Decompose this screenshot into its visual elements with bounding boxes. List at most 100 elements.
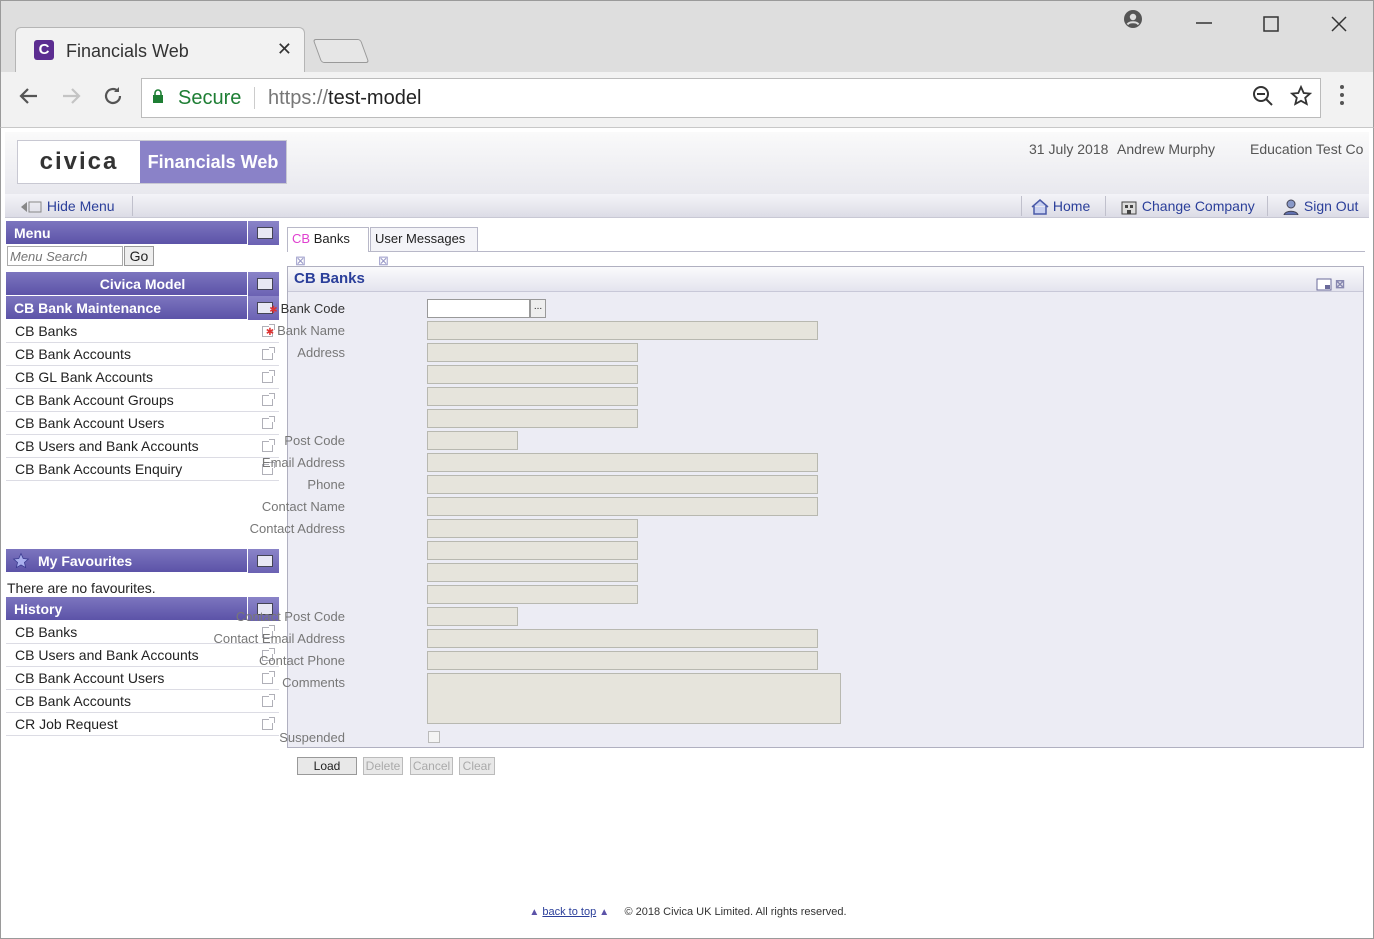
section-panel-title: CB Bank Maintenance (14, 300, 162, 316)
menu-item-label: CB Users and Bank Accounts (15, 438, 199, 454)
history-item[interactable]: CB Bank Accounts (6, 690, 279, 713)
panel-toggle-icon[interactable] (247, 272, 279, 296)
comments-label: Comments (282, 675, 345, 690)
hide-menu-icon (21, 201, 42, 213)
contact-post-code-input[interactable] (427, 607, 518, 626)
open-window-icon[interactable] (262, 717, 275, 730)
contact-address-line-4-input[interactable] (427, 585, 638, 604)
address-row: Address (288, 343, 1288, 363)
bookmark-star-icon[interactable] (1289, 84, 1313, 113)
browser-tab[interactable]: C Financials Web ✕ (15, 27, 305, 73)
panel-toggle-icon[interactable] (247, 221, 279, 245)
post-code-input[interactable] (427, 431, 518, 450)
delete-button[interactable]: Delete (363, 757, 403, 775)
email-input[interactable] (427, 453, 818, 472)
change-company-link[interactable]: Change Company (1120, 198, 1255, 215)
menu-search-row: Go (6, 245, 279, 267)
address-line-3-input[interactable] (427, 387, 638, 406)
contact-address-line-3-input[interactable] (427, 563, 638, 582)
url-text[interactable]: https://test-model (268, 87, 421, 110)
zoom-out-icon[interactable] (1252, 85, 1274, 113)
tab-close-icon[interactable]: ✕ (277, 39, 292, 60)
contact-phone-input[interactable] (427, 651, 818, 670)
tab-label: Banks (313, 231, 350, 246)
bank-code-input[interactable] (427, 299, 530, 318)
contact-name-label: Contact Name (261, 499, 345, 514)
suspended-checkbox[interactable] (428, 731, 440, 743)
cancel-button[interactable]: Cancel (410, 757, 453, 775)
back-to-top-link[interactable]: back to top (542, 906, 596, 918)
menu-item-label: CB Bank Account Groups (15, 392, 174, 408)
address-line-2-input[interactable] (427, 365, 638, 384)
contact-phone-label: Contact Phone (258, 653, 345, 668)
bank-code-lookup-button[interactable]: ... (530, 299, 546, 318)
lock-icon (153, 89, 163, 103)
subbar-divider (1021, 196, 1022, 216)
bank-code-label-text: Bank Code (280, 301, 345, 316)
menu-search-input[interactable] (7, 246, 123, 266)
form-title-bar: CB Banks ⊠ (288, 267, 1363, 292)
menu-panel-title: Menu (14, 225, 51, 241)
app-header: civica Financials Web 31 July 2018 Andre… (5, 132, 1369, 196)
contact-email-input[interactable] (427, 629, 818, 648)
bank-name-row: ✱ Bank Name (266, 321, 1288, 341)
bank-name-input[interactable] (427, 321, 818, 340)
open-window-icon[interactable] (262, 393, 275, 406)
phone-input[interactable] (427, 475, 818, 494)
load-button[interactable]: Load (297, 757, 357, 775)
contact-address-line-2-input[interactable] (427, 541, 638, 560)
tab-user-messages[interactable]: User Messages ⊠ (370, 227, 478, 268)
copyright-text: © 2018 Civica UK Limited. All rights res… (624, 906, 847, 918)
maximize-icon[interactable] (1263, 15, 1279, 38)
menu-search-go-button[interactable]: Go (124, 246, 154, 266)
product-name: Financials Web (140, 141, 286, 183)
url-host: test-model (328, 87, 422, 109)
open-window-icon[interactable] (262, 694, 275, 707)
open-window-icon[interactable] (262, 370, 275, 383)
favourites-panel-header[interactable]: My Favourites (6, 549, 279, 573)
clear-button[interactable]: Clear (459, 757, 495, 775)
window-close-icon[interactable] (1331, 15, 1347, 38)
sign-out-label: Sign Out (1303, 198, 1359, 214)
menu-item[interactable]: CB Bank Account Groups (6, 389, 279, 412)
tab-title: Financials Web (66, 41, 189, 61)
menu-item[interactable]: CB GL Bank Accounts (6, 366, 279, 389)
forward-arrow-icon[interactable] (59, 84, 83, 115)
secure-label: Secure (178, 87, 242, 109)
app-logo[interactable]: civica Financials Web (17, 140, 287, 184)
suspended-row: Suspended (279, 728, 1288, 748)
form-close-icon[interactable]: ⊠ (1335, 277, 1345, 291)
contact-address-label: Contact Address (249, 521, 345, 536)
back-arrow-icon[interactable] (17, 84, 41, 115)
email-label: Email Address (261, 455, 345, 470)
phone-label: Phone (307, 477, 345, 492)
menu-item-label: CB Banks (15, 323, 78, 339)
web-page: civica Financials Web 31 July 2018 Andre… (0, 128, 1374, 939)
minimize-icon[interactable] (1195, 11, 1213, 35)
contact-post-code-row: Contact Post Code (236, 607, 1288, 627)
omnibox-divider (254, 87, 255, 109)
comments-textarea[interactable] (427, 673, 841, 724)
contact-address-row (288, 541, 1288, 561)
panel-toggle-icon[interactable] (247, 549, 279, 573)
user-signout-icon (1283, 199, 1299, 216)
contact-address-line-1-input[interactable] (427, 519, 638, 538)
home-label: Home (1052, 198, 1091, 214)
hide-menu-button[interactable]: Hide Menu (19, 198, 115, 214)
new-tab-button[interactable] (312, 39, 370, 63)
bank-name-label: ✱ Bank Name (205, 323, 345, 338)
profile-icon[interactable] (1123, 9, 1143, 35)
tab-cb-banks[interactable]: CB Banks ⊠ (287, 227, 369, 268)
reload-icon[interactable] (101, 84, 125, 115)
sign-out-link[interactable]: Sign Out (1282, 198, 1359, 216)
browser-menu-icon[interactable] (1339, 84, 1345, 112)
contact-name-input[interactable] (427, 497, 818, 516)
address-line-4-input[interactable] (427, 409, 638, 428)
address-bar[interactable]: Secure https://test-model (141, 78, 1321, 118)
open-window-icon[interactable] (262, 416, 275, 429)
menu-item[interactable]: CB Bank Account Users (6, 412, 279, 435)
address-line-1-input[interactable] (427, 343, 638, 362)
form-window-icon[interactable] (1316, 278, 1332, 292)
model-panel-header[interactable]: Civica Model (6, 272, 279, 296)
home-link[interactable]: Home (1031, 198, 1091, 216)
